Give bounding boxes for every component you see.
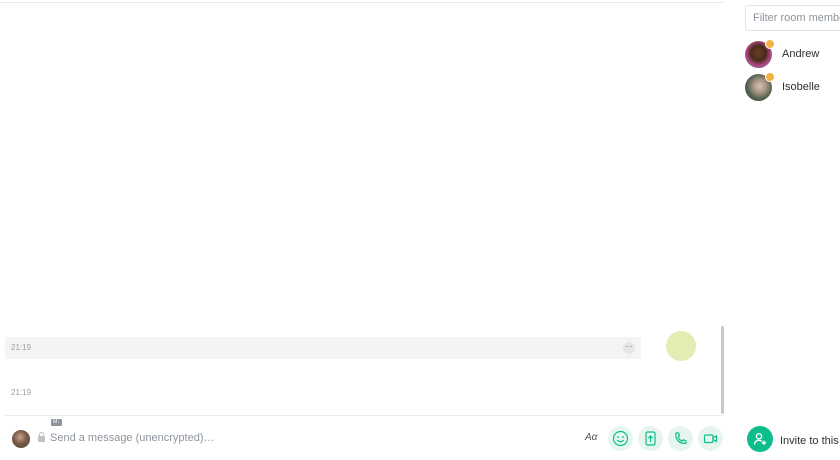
header-divider [0, 2, 724, 3]
member-name: Andrew [782, 48, 820, 60]
upload-button[interactable] [638, 426, 663, 451]
emoji-icon [612, 430, 629, 447]
member-tile[interactable]: Andrew [745, 39, 840, 71]
timeline-event[interactable]: 21:19 ··· [5, 337, 641, 359]
invite-icon [753, 433, 767, 445]
voice-call-button[interactable] [668, 426, 693, 451]
video-call-icon [703, 434, 718, 444]
emoji-button[interactable] [608, 426, 633, 451]
timeline-event[interactable]: 21:19 [5, 382, 641, 404]
member-name: Isobelle [782, 81, 820, 93]
read-receipt-avatar[interactable] [666, 331, 696, 361]
own-avatar[interactable] [12, 430, 30, 448]
power-level-icon [765, 72, 775, 82]
format-toggle-button[interactable]: Aα [585, 432, 597, 443]
voice-call-icon [675, 432, 687, 444]
room-timeline: 21:19 ··· 21:19 [0, 0, 728, 416]
invite-button[interactable] [747, 426, 773, 452]
event-timestamp: 21:19 [11, 388, 32, 397]
member-list-panel: Andrew Isobelle Invite to this room [744, 0, 840, 459]
invite-label[interactable]: Invite to this room [780, 435, 840, 447]
filter-members-input[interactable] [745, 5, 840, 31]
upload-icon [645, 431, 656, 446]
member-tile[interactable]: Isobelle [745, 72, 840, 104]
video-call-button[interactable] [698, 426, 723, 451]
markdown-icon: M↓ [51, 419, 62, 426]
lock-icon [38, 432, 45, 442]
message-composer: M↓ Aα [5, 415, 724, 460]
timeline-scrollbar[interactable] [721, 326, 724, 414]
power-level-icon [765, 39, 775, 49]
options-icon[interactable]: ··· [623, 342, 635, 354]
message-input[interactable] [50, 429, 430, 447]
event-timestamp: 21:19 [11, 343, 32, 352]
